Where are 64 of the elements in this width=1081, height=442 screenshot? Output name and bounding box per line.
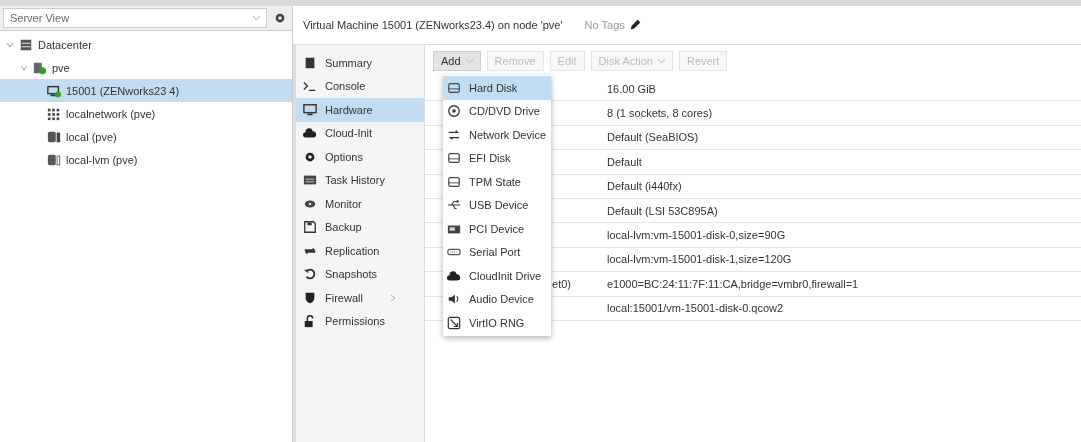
row-value: Default (LSI 53C895A) bbox=[606, 204, 718, 217]
page-title: Virtual Machine 15001 (ZENworks23.4) on node 'pve' bbox=[303, 19, 563, 31]
menu-item[interactable]: TPM State bbox=[443, 170, 551, 194]
menu-item[interactable]: Audio Device bbox=[443, 287, 551, 311]
toolbar-button[interactable]: Add bbox=[433, 51, 481, 71]
row-value: Default (SeaBIOS) bbox=[606, 131, 699, 144]
database-icon bbox=[47, 152, 61, 167]
menu-item[interactable]: Serial Port bbox=[443, 240, 551, 264]
drive-icon bbox=[447, 80, 461, 95]
tree-item[interactable]: Datacenter bbox=[0, 33, 292, 56]
nav-item[interactable]: Monitor bbox=[296, 192, 424, 216]
nav-item[interactable]: Hardware bbox=[296, 98, 424, 122]
drive-icon bbox=[447, 151, 461, 166]
nav-item[interactable]: Backup bbox=[296, 215, 424, 239]
nav-item[interactable]: Cloud-Init bbox=[296, 121, 424, 145]
tree-item[interactable]: pve bbox=[0, 56, 292, 79]
menu-item[interactable]: CloudInit Drive bbox=[443, 264, 551, 288]
monitor-icon bbox=[47, 83, 61, 98]
cloud-icon bbox=[447, 268, 461, 283]
nav-item[interactable]: Permissions bbox=[296, 309, 424, 333]
tree-item[interactable]: localnetwork (pve) bbox=[0, 102, 292, 125]
server-rack-icon bbox=[19, 37, 33, 52]
row-value: local-lvm:vm-15001-disk-1,size=120G bbox=[606, 253, 792, 266]
menu-item[interactable]: USB Device bbox=[443, 193, 551, 217]
row-value: 8 (1 sockets, 8 cores) bbox=[606, 107, 713, 120]
nav-item[interactable]: Summary bbox=[296, 51, 424, 75]
tree-item[interactable]: local (pve) bbox=[0, 125, 292, 148]
drive-icon bbox=[447, 174, 461, 189]
grid-icon bbox=[47, 106, 61, 121]
nav-item[interactable]: Console bbox=[296, 74, 424, 98]
monitor-icon bbox=[303, 102, 317, 117]
menu-item[interactable]: PCI Device bbox=[443, 217, 551, 241]
view-dropdown[interactable]: Server View bbox=[3, 8, 267, 28]
chevron-icon[interactable] bbox=[20, 63, 28, 72]
gear-icon bbox=[273, 11, 287, 25]
chevron-icon[interactable] bbox=[6, 40, 14, 49]
undo-icon bbox=[303, 267, 317, 282]
nav-item[interactable]: Options bbox=[296, 145, 424, 169]
nav-item[interactable]: Task History bbox=[296, 168, 424, 192]
menu-item[interactable]: CD/DVD Drive bbox=[443, 99, 551, 123]
menu-item[interactable]: Hard Disk bbox=[443, 76, 551, 100]
row-value: local-lvm:vm-15001-disk-0,size=90G bbox=[606, 229, 786, 242]
terminal-icon bbox=[303, 79, 317, 94]
tree-item[interactable]: 15001 (ZENworks23 4) bbox=[0, 79, 292, 102]
tree-item[interactable]: local-lvm (pve) bbox=[0, 148, 292, 171]
server-icon bbox=[33, 60, 47, 75]
row-value: 16.00 GiB bbox=[606, 82, 656, 95]
nav-item[interactable]: Firewall bbox=[296, 286, 424, 310]
menu-item[interactable]: EFI Disk bbox=[443, 146, 551, 170]
menu-item[interactable]: Network Device bbox=[443, 123, 551, 147]
disc-icon bbox=[447, 104, 461, 119]
exchange-icon bbox=[447, 127, 461, 142]
shield-icon bbox=[303, 290, 317, 305]
caret-icon bbox=[253, 15, 260, 21]
row-value: local:15001/vm-15001-disk-0.qcow2 bbox=[606, 302, 784, 315]
database-icon bbox=[47, 129, 61, 144]
row-value: e1000=BC:24:11:7F:11:CA,bridge=vmbr0,firewall=1 bbox=[606, 277, 859, 290]
row-value: Default (i440fx) bbox=[606, 180, 682, 193]
nav-item[interactable]: Replication bbox=[296, 239, 424, 263]
row-value: Default bbox=[606, 155, 642, 168]
nav-item[interactable]: Snapshots bbox=[296, 262, 424, 286]
book-icon bbox=[303, 55, 317, 70]
menu-item[interactable]: VirtIO RNG bbox=[443, 311, 551, 335]
row-label: et0) bbox=[552, 277, 571, 290]
